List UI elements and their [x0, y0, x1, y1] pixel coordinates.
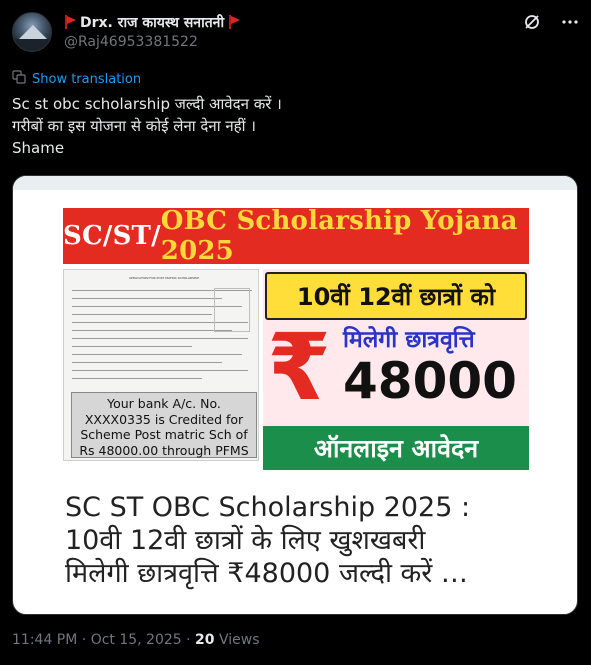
bank-line: Scheme Post matric Sch of [80, 427, 248, 442]
tweet-time[interactable]: 11:44 PM [12, 632, 77, 648]
avatar-mountain-shape [19, 25, 47, 39]
tweet-text: Sc st obc scholarship जल्दी आवेदन करें ।… [12, 93, 572, 159]
translate-icon [12, 70, 26, 88]
form-photo-box [214, 288, 250, 332]
form-rule [72, 330, 232, 331]
headline-line: 10वी 12वी छात्रों के लिए खुशखबरी [65, 525, 426, 556]
scholarship-text: मिलेगी छात्रवृत्ति [343, 327, 475, 353]
avatar[interactable] [12, 12, 52, 52]
author-display-name[interactable]: Drx. राज कायस्थ सनातनी [80, 13, 224, 32]
online-apply-banner: ऑनलाइन आवेदन [263, 426, 529, 470]
form-rule [72, 338, 248, 339]
red-flag-icon [64, 15, 76, 29]
banner-highlight: OBC Scholarship Yojana 2025 [160, 206, 518, 266]
form-rule [72, 314, 212, 315]
views-count: 20 [195, 632, 215, 648]
form-rule [72, 370, 248, 371]
form-rule [72, 362, 222, 363]
meta-separator: · [186, 632, 196, 648]
rupee-symbol: ₹ [267, 314, 332, 421]
bank-credit-message: Your bank A/c. No. XXXX0335 is Credited … [71, 392, 257, 458]
headline-line: मिलेगी छात्रवृत्ति ₹48000 जल्दी करें … [65, 558, 468, 589]
tweet-line: Shame [12, 139, 65, 157]
form-rule [72, 378, 202, 379]
more-icon[interactable] [561, 13, 579, 31]
bank-line: Rs 48000.00 through PFMS [79, 442, 249, 458]
tweet-date[interactable]: Oct 15, 2025 [91, 632, 182, 648]
bank-line: Your bank A/c. No. [107, 396, 221, 411]
tweet-header: Drx. राज कायस्थ सनातनी @Raj46953381522 [12, 12, 579, 56]
author-handle[interactable]: @Raj46953381522 [64, 34, 198, 50]
red-flag-icon [228, 15, 241, 29]
show-translation-link[interactable]: Show translation [12, 70, 141, 88]
scholarship-banner: SC/ST/ OBC Scholarship Yojana 2025 [63, 206, 529, 266]
views-label: Views [218, 632, 260, 648]
headline-line: SC ST OBC Scholarship 2025 : [65, 492, 471, 523]
form-title: APPLICATION FOR POST MATRIC SCHOLARSHIP [128, 276, 199, 280]
show-translation-label[interactable]: Show translation [32, 72, 141, 87]
class-banner: 10वीं 12वीं छात्रों को [265, 272, 527, 320]
form-rule [72, 298, 222, 299]
media-top-band [13, 176, 577, 190]
tweet-meta: 11:44 PM · Oct 15, 2025 · 20 Views [12, 632, 260, 648]
tweet-line: गरीबों का इस योजना से कोई लेना देना नहीं… [12, 117, 256, 135]
author-name-row[interactable]: Drx. राज कायस्थ सनातनी [64, 12, 241, 32]
grok-icon[interactable] [523, 13, 541, 31]
link-card-headline[interactable]: SC ST OBC Scholarship 2025 : 10वी 12वी छ… [65, 491, 555, 590]
meta-separator: · [81, 632, 91, 648]
form-rule [72, 354, 242, 355]
tweet-media-card[interactable]: SC/ST/ OBC Scholarship Yojana 2025 APPLI… [12, 175, 578, 615]
form-rule [72, 346, 192, 347]
banner-prefix: SC/ST/ [63, 221, 161, 251]
tweet-line: Sc st obc scholarship जल्दी आवेदन करें । [12, 95, 282, 113]
header-actions [523, 12, 579, 32]
scholarship-form-image: APPLICATION FOR POST MATRIC SCHOLARSHIP … [63, 269, 259, 461]
scholarship-amount: 48000 [343, 352, 517, 410]
bank-line: XXXX0335 is Credited for [84, 411, 244, 427]
avatar-base-shape [13, 39, 51, 51]
